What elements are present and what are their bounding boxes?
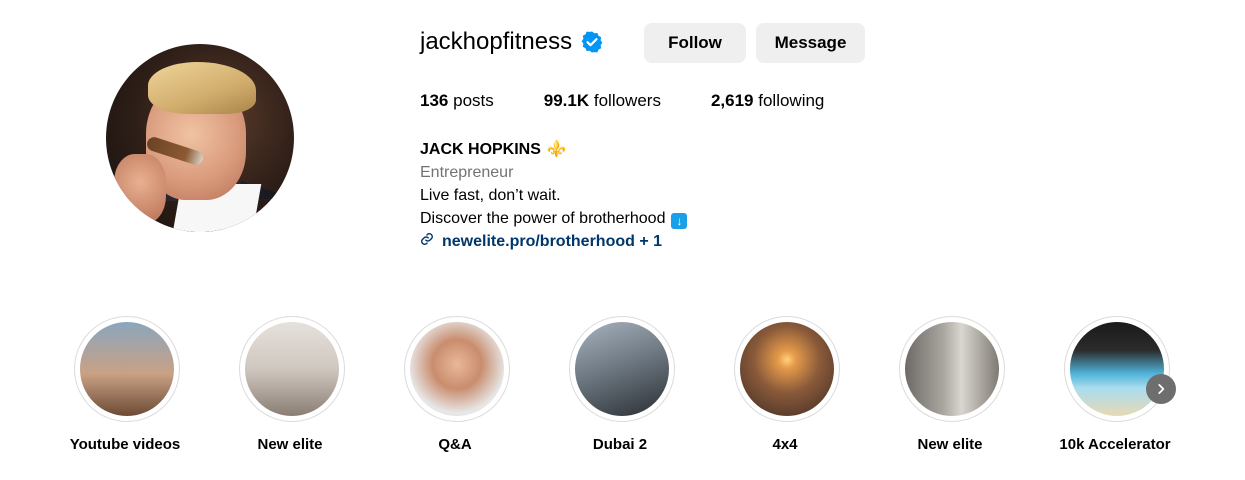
highlight-ring [1064,316,1170,422]
highlight-ring [569,316,675,422]
highlight-label: Q&A [438,436,472,453]
highlight-cover [80,322,174,416]
stat-following-count: 2,619 [710,91,754,110]
stat-followers-label: followers [593,91,661,110]
stat-followers-count: 99.1K [543,91,590,110]
highlight-label: Dubai 2 [592,436,648,453]
username: jackhopfitness [420,28,573,55]
highlight-ring [899,316,1005,422]
stat-following-label: following [758,91,825,110]
highlight-label: New elite [257,436,323,453]
bio-line-2: Discover the power of brotherhood [420,210,666,227]
stat-posts-label: posts [453,91,494,110]
stat-following[interactable]: 2,619 following [711,91,824,111]
profile-header: jackhopfitness [420,28,604,56]
verified-badge-icon [580,30,604,54]
bio-name-row: JACK HOPKINS ⚜️ [420,138,687,161]
highlight-label: Youtube videos [69,436,181,453]
highlight-label: 4x4 [772,436,798,453]
follow-button[interactable]: Follow [644,23,746,63]
stat-posts-count: 136 [420,91,449,110]
highlight-ring [734,316,840,422]
highlight-cover [740,322,834,416]
avatar-hair [148,62,256,114]
bio-full-name: JACK HOPKINS [420,141,541,158]
profile-avatar[interactable] [106,44,294,232]
profile-stats: 136 posts 99.1K followers 2,619 followin… [420,91,874,111]
highlight-ring [404,316,510,422]
highlight-ring [74,316,180,422]
highlight-cover [245,322,339,416]
bio-line-2-row: Discover the power of brotherhood ↓ [420,207,688,230]
message-button[interactable]: Message [756,23,865,63]
stat-followers[interactable]: 99.1K followers [544,91,661,111]
fleur-de-lis-icon: ⚜️ [546,141,567,158]
highlight-cover [410,322,504,416]
bio-link-row[interactable]: newelite.pro/brotherhood + 1 [420,230,687,253]
avatar-hand [114,154,166,224]
chevron-right-icon[interactable] [1146,374,1176,404]
highlight-label: 10k Accelerator [1059,436,1171,453]
bio-link[interactable]: newelite.pro/brotherhood + 1 [442,230,662,253]
story-highlights: Youtube videos New elite Q&A Dubai 2 4x4… [60,316,1240,466]
bio-line-1: Live fast, don’t wait. [420,187,561,204]
profile-bio: JACK HOPKINS ⚜️ Entrepreneur Live fast, … [420,138,688,253]
bio-category: Entrepreneur [420,164,514,181]
down-arrow-icon: ↓ [671,213,688,229]
highlight-cover [575,322,669,416]
link-icon [420,230,434,253]
highlight-ring [239,316,345,422]
highlight-label: New elite [917,436,983,453]
highlight-cover [905,322,999,416]
highlight-cover [1070,322,1164,416]
stat-posts: 136 posts [420,91,494,111]
